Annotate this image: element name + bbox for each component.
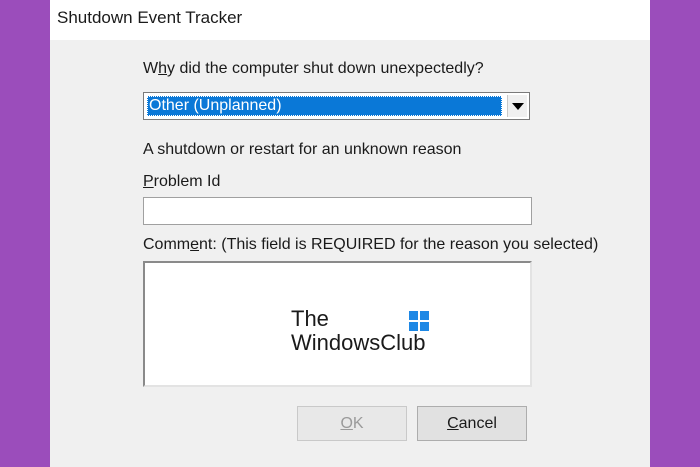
reason-description: A shutdown or restart for an unknown rea…	[143, 141, 462, 158]
problem-id-label: Problem Id	[143, 173, 221, 190]
problem-id-input[interactable]	[143, 197, 532, 225]
shutdown-event-tracker-dialog: Shutdown Event Tracker Why did the compu…	[50, 0, 650, 467]
comment-label: Comment: (This field is REQUIRED for the…	[143, 236, 599, 253]
reason-dropdown[interactable]: Other (Unplanned)	[143, 92, 530, 120]
reason-selected-value: Other (Unplanned)	[147, 96, 502, 116]
comment-textarea[interactable]: The WindowsClub	[143, 261, 532, 387]
cancel-button[interactable]: Cancel	[417, 406, 527, 441]
title-bar[interactable]: Shutdown Event Tracker	[50, 0, 650, 40]
ok-button[interactable]: OK	[297, 406, 407, 441]
chevron-down-icon	[511, 102, 524, 110]
windows-logo-icon	[409, 311, 429, 331]
watermark-line1: The	[291, 306, 329, 331]
thewindowsclub-watermark: The WindowsClub	[291, 306, 441, 356]
watermark-line2: WindowsClub	[291, 330, 426, 355]
reason-prompt-label: Why did the computer shut down unexpecte…	[143, 60, 484, 77]
window-title: Shutdown Event Tracker	[57, 8, 243, 27]
dropdown-button[interactable]	[507, 95, 527, 117]
